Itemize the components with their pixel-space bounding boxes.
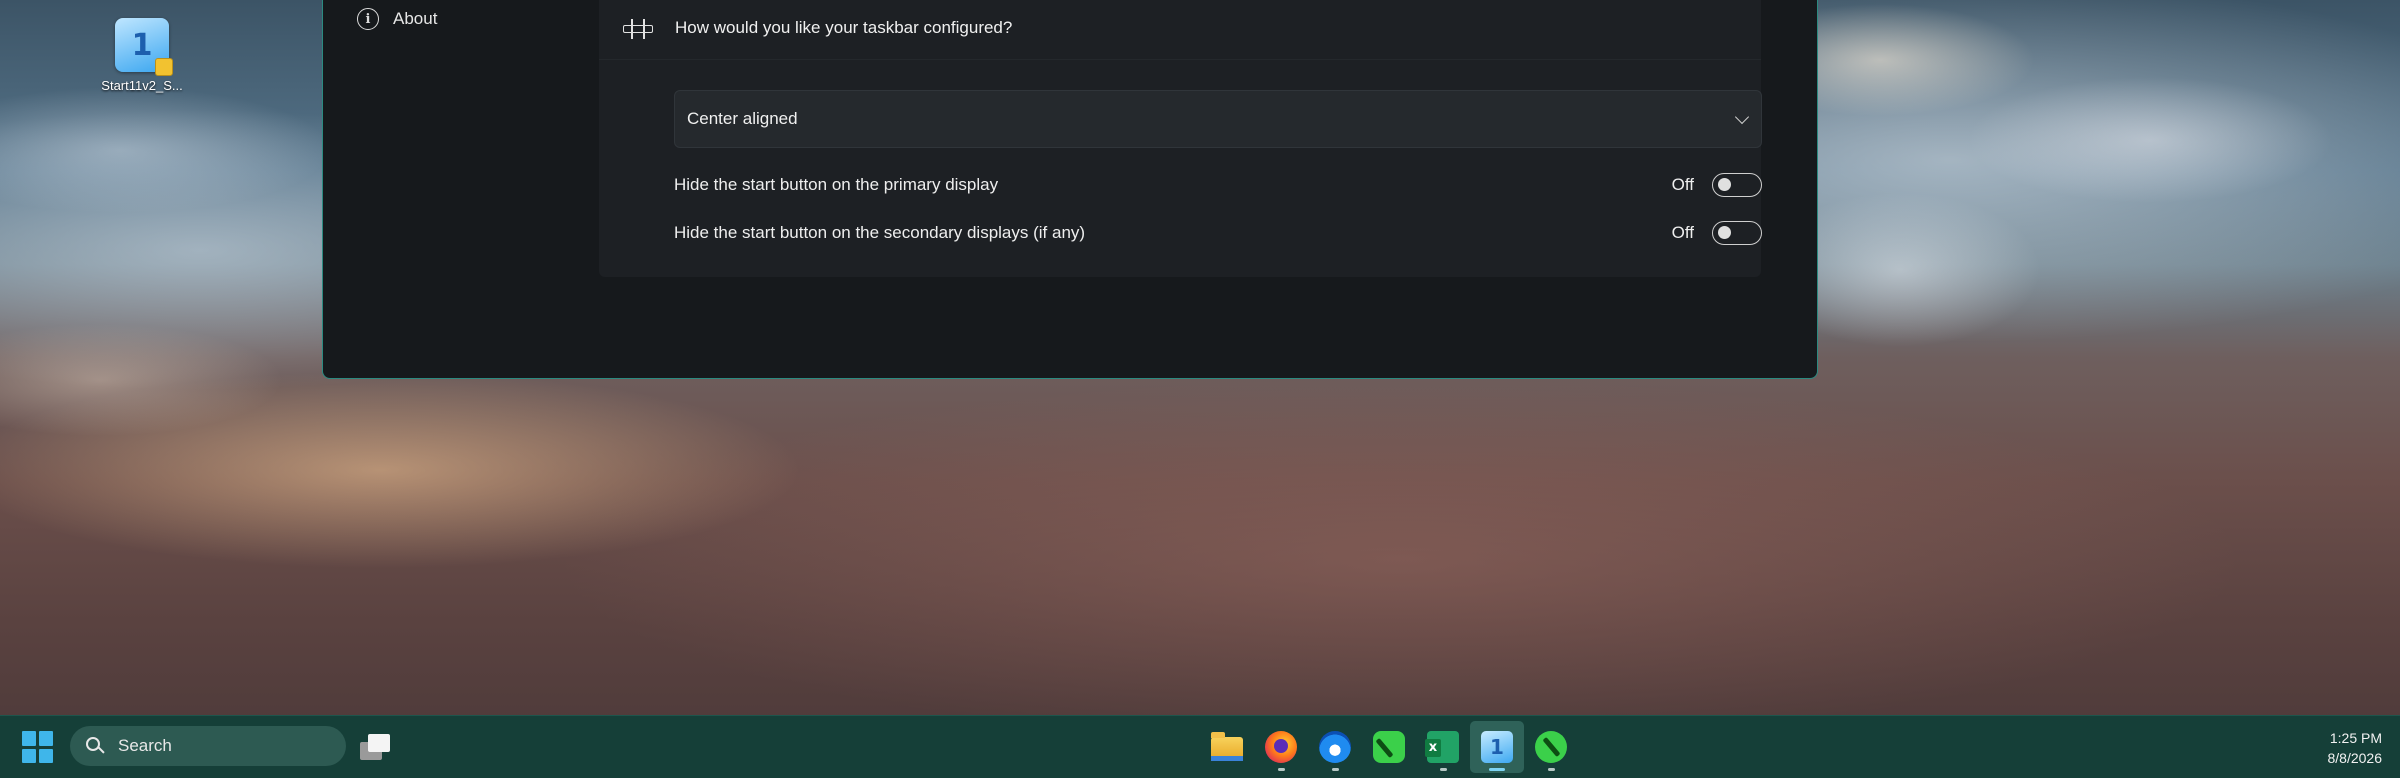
taskbar-config-card: How would you like your taskbar configur… bbox=[599, 0, 1762, 277]
file-explorer-button[interactable] bbox=[1200, 721, 1254, 773]
settings-window: i About How would you like your taskbar … bbox=[322, 0, 1818, 379]
toggle-label: Hide the start button on the secondary d… bbox=[674, 223, 1086, 242]
firefox-button[interactable] bbox=[1254, 721, 1308, 773]
toggle-label: Hide the start button on the primary dis… bbox=[674, 175, 999, 194]
search-placeholder: Search bbox=[118, 736, 172, 755]
start11-app-icon: 1 bbox=[115, 18, 173, 76]
chevron-down-icon bbox=[1734, 109, 1750, 124]
green-app-icon bbox=[1373, 731, 1405, 763]
sidebar-item-about[interactable]: i About bbox=[357, 4, 437, 34]
thunderbird-button[interactable] bbox=[1308, 721, 1362, 773]
green-app-2-icon bbox=[1535, 731, 1567, 763]
taskbar-config-icon bbox=[623, 18, 653, 39]
search-icon bbox=[86, 737, 105, 755]
card-header: How would you like your taskbar configur… bbox=[599, 0, 1761, 60]
system-clock[interactable]: 1:25 PM 8/8/2026 bbox=[2328, 728, 2383, 768]
desktop-icon-start11[interactable]: 1 Start11v2_S... bbox=[90, 18, 194, 93]
dropdown-value: Center aligned bbox=[687, 109, 798, 128]
thunderbird-icon bbox=[1319, 731, 1351, 763]
start11-taskbar-button[interactable]: 1 bbox=[1470, 721, 1524, 773]
clock-date: 8/8/2026 bbox=[2327, 750, 2383, 766]
firefox-icon bbox=[1265, 731, 1297, 763]
toggle-row-primary: Hide the start button on the primary dis… bbox=[674, 170, 1762, 200]
card-title: How would you like your taskbar configur… bbox=[675, 17, 1013, 37]
excel-icon bbox=[1425, 731, 1459, 763]
pinned-apps: 1 bbox=[1200, 721, 1578, 773]
hide-start-primary-toggle[interactable] bbox=[1712, 173, 1762, 197]
clock-time: 1:25 PM bbox=[2329, 730, 2382, 746]
info-icon: i bbox=[357, 8, 379, 30]
hide-start-secondary-toggle[interactable] bbox=[1712, 221, 1762, 245]
sidebar-item-label: About bbox=[393, 9, 438, 28]
toggle-state: Off bbox=[1671, 223, 1694, 242]
taskbar-alignment-dropdown[interactable]: Center aligned bbox=[674, 90, 1762, 148]
toggle-state: Off bbox=[1671, 175, 1694, 194]
excel-button[interactable] bbox=[1416, 721, 1470, 773]
task-view-button[interactable] bbox=[358, 732, 392, 762]
taskbar: Search 1 1:25 PM bbox=[0, 715, 2400, 778]
green-app-button[interactable] bbox=[1362, 721, 1416, 773]
green-app-2-button[interactable] bbox=[1524, 721, 1578, 773]
start11-app-icon: 1 bbox=[1481, 731, 1513, 763]
folder-icon bbox=[1211, 732, 1243, 761]
start-button[interactable] bbox=[22, 731, 54, 763]
desktop-icon-label: Start11v2_S... bbox=[101, 78, 183, 93]
taskbar-search[interactable]: Search bbox=[70, 726, 346, 766]
toggle-row-secondary: Hide the start button on the secondary d… bbox=[674, 218, 1762, 248]
